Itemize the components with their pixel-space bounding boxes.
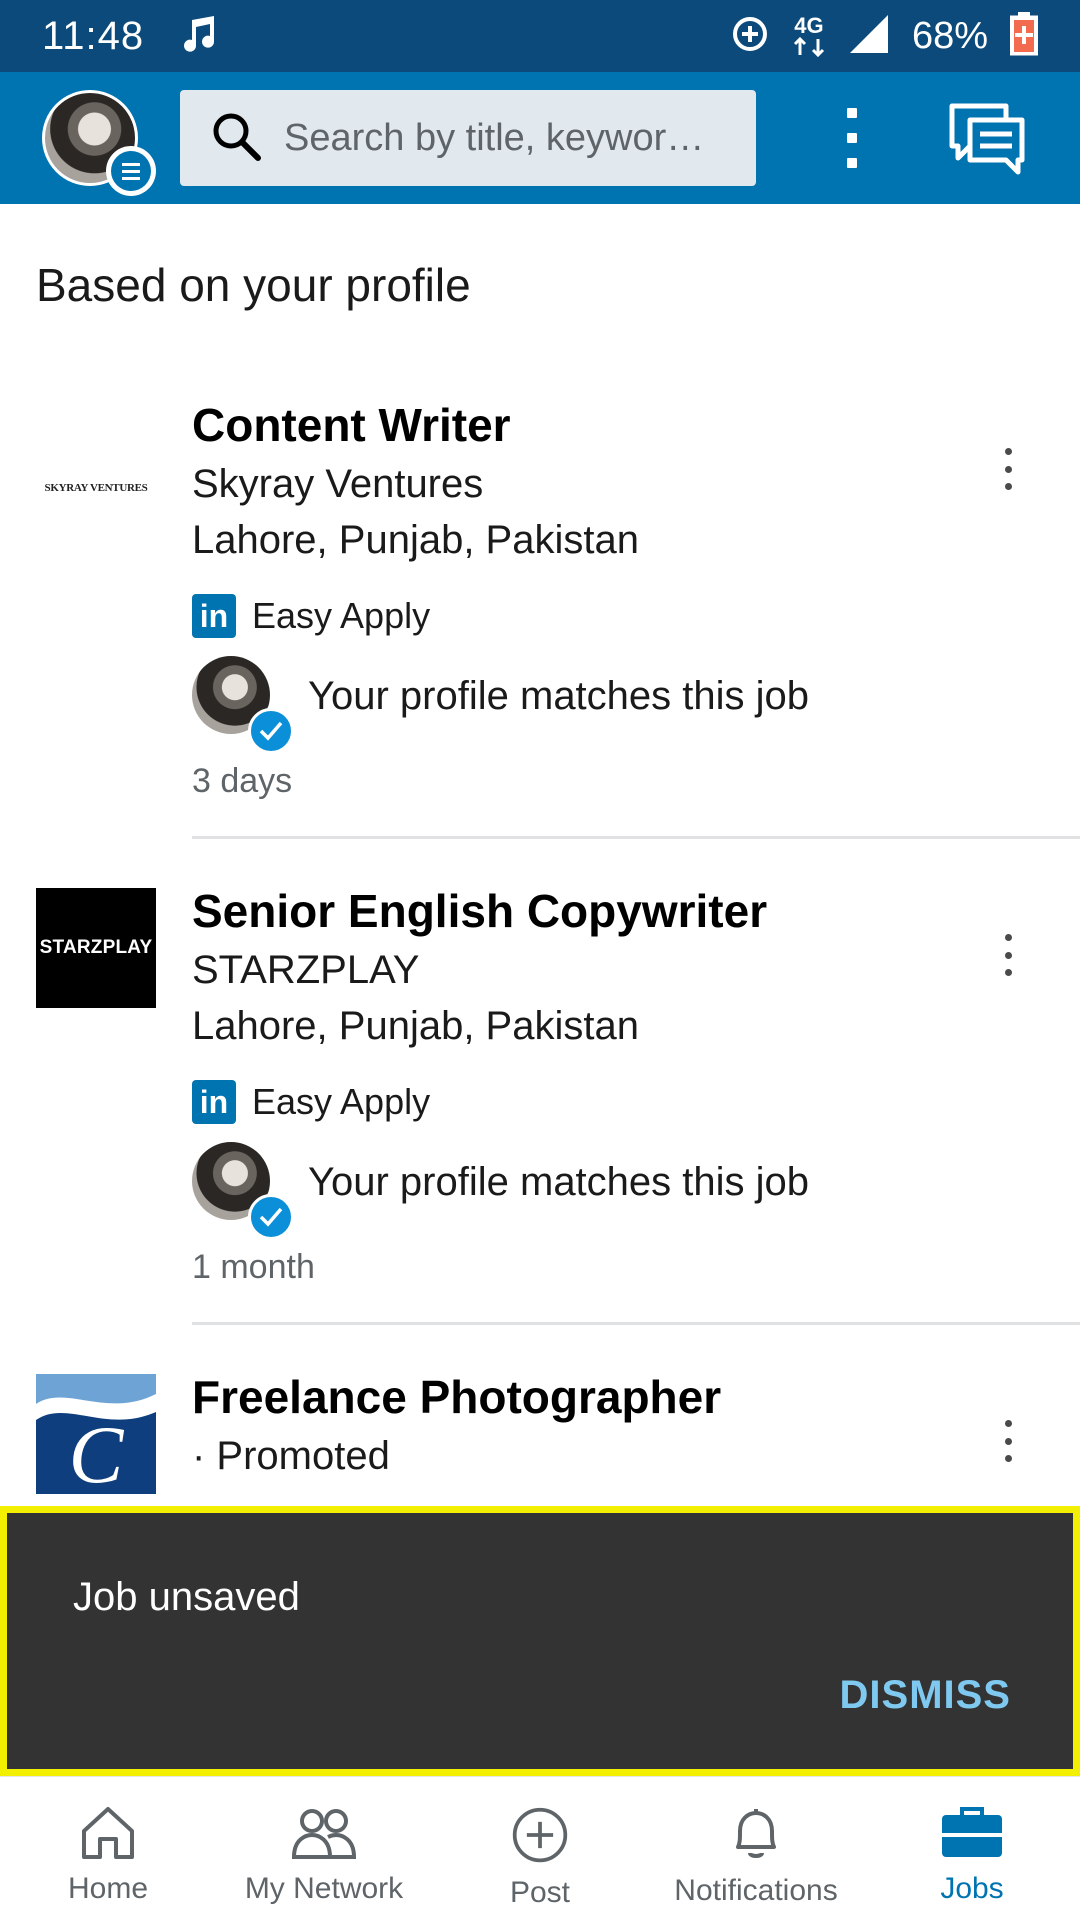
- search-icon: [210, 110, 262, 167]
- music-icon: [180, 14, 218, 59]
- linkedin-icon: in: [192, 1080, 236, 1124]
- menu-icon: [106, 146, 156, 196]
- company-logo-text: SKYRAY VENTURES: [44, 482, 148, 494]
- nav-my-network-label: My Network: [244, 1872, 404, 1905]
- job-company: Skyray Ventures: [192, 462, 484, 506]
- company-logo: C: [36, 1374, 156, 1494]
- nav-notifications[interactable]: Notifications: [648, 1777, 864, 1920]
- checkmark-icon: [248, 708, 294, 754]
- easy-apply-label: Easy Apply: [252, 595, 431, 636]
- battery-icon: [1010, 11, 1038, 61]
- sync-icon: [730, 14, 770, 59]
- snackbar: Job unsaved DISMISS: [0, 1506, 1080, 1776]
- profile-avatar-button[interactable]: [42, 90, 156, 196]
- avatar: [192, 1142, 294, 1240]
- status-time: 11:48: [42, 13, 145, 58]
- nav-home-label: Home: [67, 1872, 149, 1905]
- easy-apply-label: Easy Apply: [252, 1081, 431, 1122]
- job-location: Lahore, Punjab, Pakistan: [192, 1004, 639, 1048]
- easy-apply-badge: in Easy Apply: [192, 1080, 430, 1124]
- network-type: 4G: [794, 13, 824, 38]
- jobs-icon: [940, 1805, 1004, 1866]
- status-bar: 11:48 4G 68%: [0, 0, 1080, 72]
- job-title[interactable]: Freelance Photographer: [192, 1370, 721, 1424]
- divider: [192, 1322, 1080, 1325]
- bottom-nav: Home My Network Post Notifications Jobs: [0, 1776, 1080, 1920]
- job-more-options-icon[interactable]: [990, 1414, 1026, 1468]
- company-logo-text: STARZPLAY: [39, 937, 153, 958]
- job-card[interactable]: C Freelance Photographer · Promoted: [0, 1352, 1080, 1506]
- signal-icon: [848, 13, 890, 60]
- profile-match: Your profile matches this job: [192, 656, 810, 754]
- snackbar-message: Job unsaved: [73, 1575, 300, 1619]
- nav-jobs-label: Jobs: [940, 1872, 1004, 1905]
- search-placeholder: Search by title, keywor…: [284, 116, 705, 159]
- company-logo: STARZPLAY: [36, 888, 156, 1008]
- overflow-menu-icon[interactable]: [830, 102, 874, 174]
- svg-text:C: C: [69, 1409, 125, 1494]
- job-title[interactable]: Senior English Copywriter: [192, 884, 767, 938]
- network-type-icon: 4G: [792, 15, 826, 57]
- nav-post[interactable]: Post: [432, 1777, 648, 1920]
- messaging-icon[interactable]: [948, 102, 1028, 178]
- my-network-icon: [288, 1805, 360, 1866]
- job-location: Lahore, Punjab, Pakistan: [192, 518, 639, 562]
- easy-apply-badge: in Easy Apply: [192, 594, 430, 638]
- battery-percent: 68%: [911, 14, 988, 57]
- job-card[interactable]: STARZPLAY Senior English Copywriter STAR…: [0, 866, 1080, 1326]
- search-input[interactable]: Search by title, keywor…: [180, 90, 756, 186]
- profile-match: Your profile matches this job: [192, 1142, 810, 1240]
- company-logo: SKYRAY VENTURES: [36, 428, 156, 548]
- job-posted-age: 1 month: [192, 1248, 315, 1286]
- job-title[interactable]: Content Writer: [192, 398, 511, 452]
- checkmark-icon: [248, 1194, 294, 1240]
- notifications-icon: [726, 1805, 786, 1868]
- job-more-options-icon[interactable]: [990, 928, 1026, 982]
- post-icon: [508, 1805, 572, 1870]
- job-posted-age: 3 days: [192, 762, 293, 800]
- profile-match-text: Your profile matches this job: [308, 673, 810, 718]
- nav-jobs[interactable]: Jobs: [864, 1777, 1080, 1920]
- linkedin-icon: in: [192, 594, 236, 638]
- nav-post-label: Post: [509, 1876, 571, 1909]
- avatar: [192, 656, 294, 754]
- home-icon: [76, 1805, 140, 1866]
- job-card[interactable]: SKYRAY VENTURES Content Writer Skyray Ve…: [0, 380, 1080, 840]
- nav-my-network[interactable]: My Network: [216, 1777, 432, 1920]
- divider: [192, 836, 1080, 839]
- nav-home[interactable]: Home: [0, 1777, 216, 1920]
- profile-match-text: Your profile matches this job: [308, 1159, 810, 1204]
- status-icons: 4G 68%: [730, 11, 1038, 61]
- nav-notifications-label: Notifications: [674, 1874, 838, 1907]
- job-promoted: · Promoted: [192, 1434, 390, 1478]
- job-more-options-icon[interactable]: [990, 442, 1026, 496]
- app-bar: Search by title, keywor…: [0, 72, 1080, 204]
- job-company: STARZPLAY: [192, 948, 420, 992]
- dismiss-button[interactable]: DISMISS: [840, 1673, 1011, 1718]
- section-title: Based on your profile: [36, 259, 471, 311]
